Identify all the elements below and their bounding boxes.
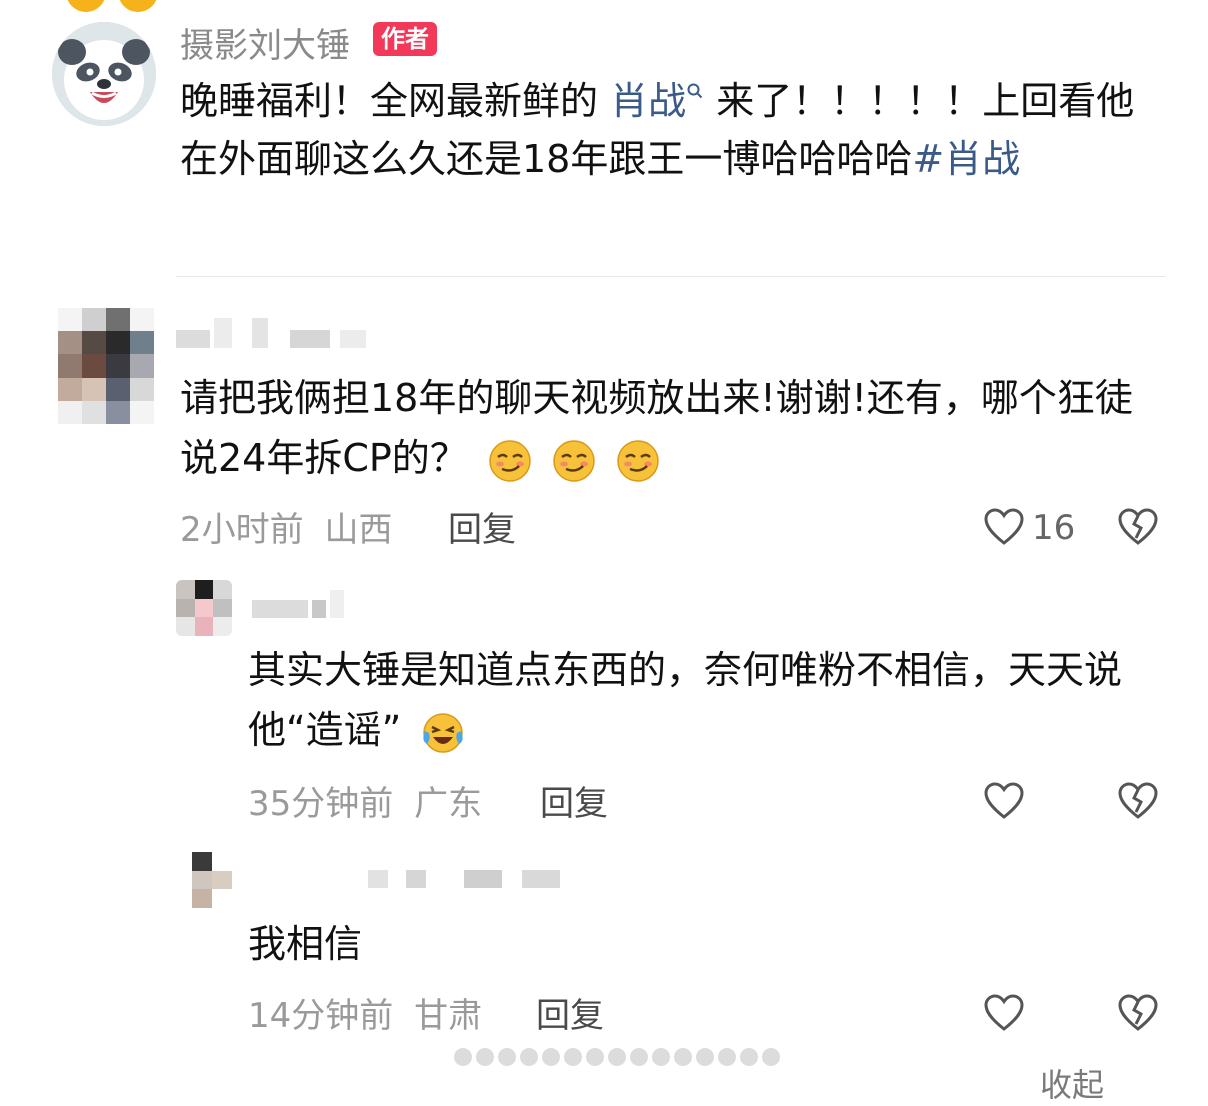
blurred-username[interactable] [368,870,388,888]
reply-button[interactable]: 回复 [536,988,604,1037]
blurred-username[interactable] [252,600,308,618]
broken-heart-icon[interactable] [1118,508,1158,546]
comment-time: 2小时前 [180,510,304,550]
post-text-before-link: 晚睡福利！全网最新鲜的 [180,79,611,123]
watermark-dots [454,1048,780,1066]
search-icon [687,83,703,99]
comment-location: 广东 [414,784,483,824]
reply-button[interactable]: 回复 [540,776,608,825]
blurred-username[interactable] [312,600,326,618]
blurred-username[interactable] [406,870,426,888]
clipped-emoji-icon [118,0,158,12]
blurred-username[interactable] [330,590,344,618]
comment-time: 14分钟前 [248,996,394,1036]
blurred-username[interactable] [290,330,330,348]
divider [176,276,1166,277]
blurred-username[interactable] [340,330,366,348]
panda-avatar-icon [52,22,156,126]
comment-text-body: 其实大锤是知道点东西的，奈何唯粉不相信，天天说他“造谣” [248,648,1123,752]
commenter-avatar[interactable] [58,308,154,424]
broken-heart-icon[interactable] [1118,782,1158,820]
smirk-emoji-icon [617,439,659,482]
comment-location: 甘肃 [414,996,483,1036]
broken-heart-icon[interactable] [1118,994,1158,1032]
heart-icon[interactable] [984,508,1024,546]
hashtag-link[interactable]: #肖战 [912,137,1020,181]
blurred-username[interactable] [522,870,560,888]
heart-icon[interactable] [984,994,1024,1032]
comment-time: 35分钟前 [248,784,394,824]
laugh-cry-emoji-icon [423,712,464,753]
blurred-username[interactable] [252,318,268,348]
smirk-emoji-icon [489,439,531,482]
comment-meta: 2小时前 山西 [180,502,392,551]
comment-meta: 35分钟前 广东 [248,776,482,825]
comment-text: 我相信 [248,922,363,966]
topic-link[interactable]: 肖战 [610,79,686,123]
smirk-emoji-icon [553,439,595,482]
blurred-username[interactable] [214,318,232,348]
blurred-username[interactable] [464,870,502,888]
clipped-emoji-icon [66,0,106,12]
author-badge: 作者 [373,22,437,56]
comment-text: 其实大锤是知道点东西的，奈何唯粉不相信，天天说他“造谣” [248,640,1148,760]
post-text: 晚睡福利！全网最新鲜的 肖战 来了！！！！！上回看他在外面聊这么久还是18年跟王… [180,72,1140,188]
comment-location: 山西 [324,510,393,550]
commenter-avatar[interactable] [192,852,232,908]
blurred-username[interactable] [176,330,210,348]
heart-icon[interactable] [984,782,1024,820]
author-avatar[interactable] [52,22,156,126]
collapse-button[interactable]: 收起 [1040,1060,1104,1106]
author-name[interactable]: 摄影刘大锤 [180,18,350,67]
comment-text: 请把我俩担18年的聊天视频放出来!谢谢!还有，哪个狂徒说24年拆CP的？ [180,368,1160,488]
commenter-avatar[interactable] [176,580,232,636]
reply-button[interactable]: 回复 [448,502,516,551]
like-count: 16 [1032,508,1076,548]
comment-meta: 14分钟前 甘肃 [248,988,482,1037]
